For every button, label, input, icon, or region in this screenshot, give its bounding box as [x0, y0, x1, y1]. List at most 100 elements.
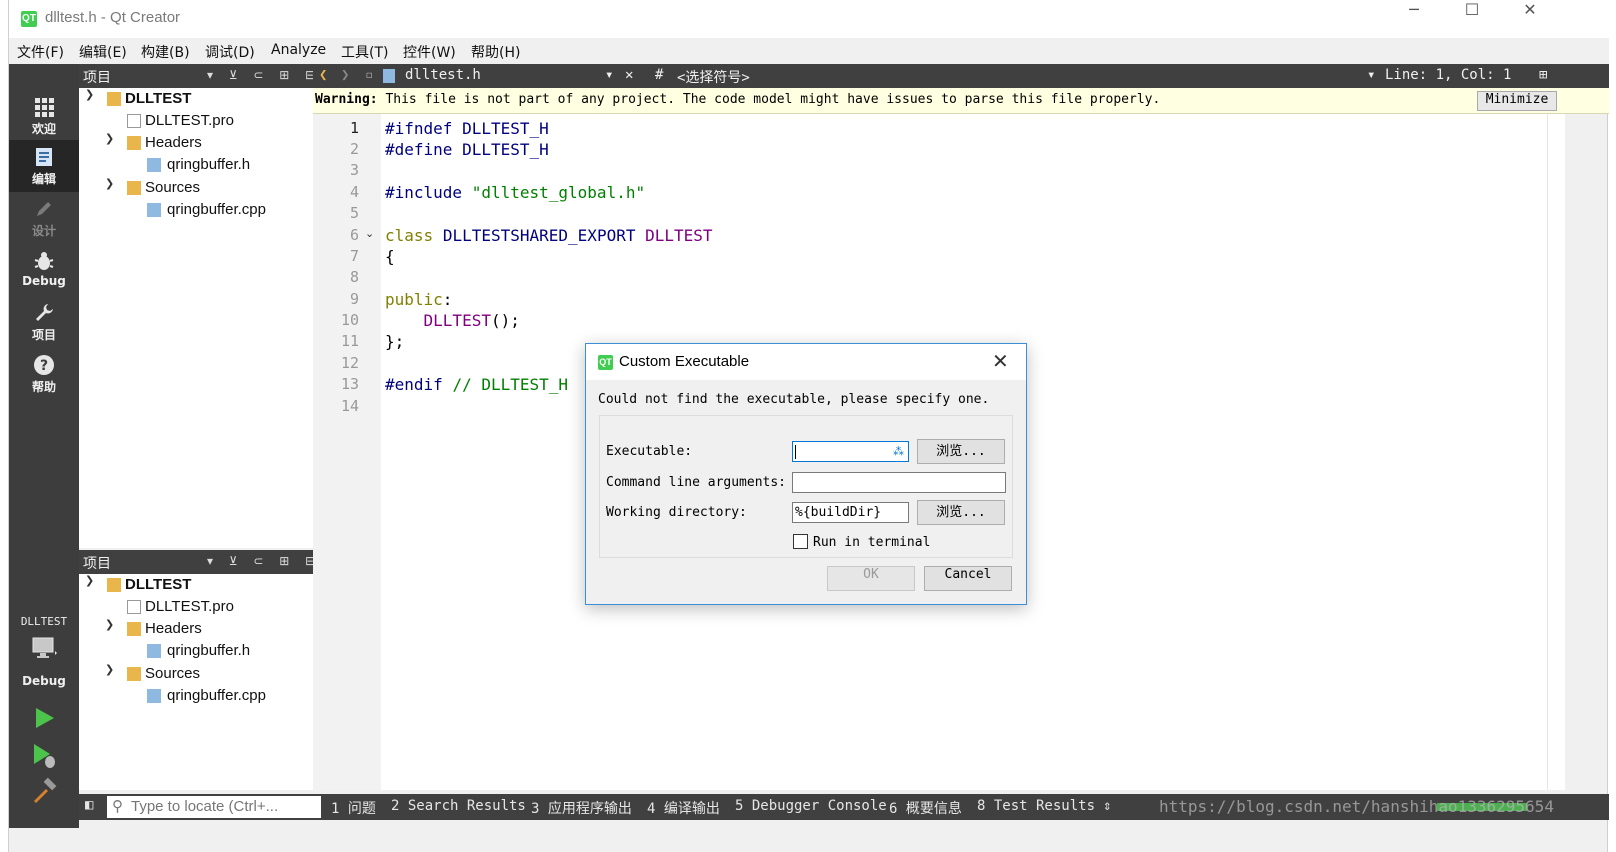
browse-directory-button[interactable]: 浏览...: [917, 500, 1005, 525]
mode-label: 帮助: [31, 380, 56, 394]
menu-edit[interactable]: 编辑(E): [79, 42, 127, 62]
pro-file-icon: [127, 114, 141, 128]
qt-project-icon: [107, 92, 121, 106]
forward-arrow-icon[interactable]: ❯: [341, 67, 349, 83]
run-icon[interactable]: [29, 703, 59, 733]
minimize-warning-button[interactable]: Minimize: [1477, 91, 1557, 111]
tree-item-headers[interactable]: Headers: [145, 132, 202, 154]
monitor-icon[interactable]: [31, 636, 57, 660]
browse-executable-button[interactable]: 浏览...: [917, 439, 1005, 464]
tree-item-header-file[interactable]: qringbuffer.h: [167, 640, 250, 662]
code-line: };: [385, 332, 405, 351]
tree-item-project[interactable]: DLLTEST: [125, 574, 191, 596]
build-hammer-icon[interactable]: [29, 776, 59, 806]
mode-selector-bar: 欢迎 编辑 设计 Debug 项目 ? 帮助 DLLTEST Debug: [9, 64, 79, 828]
kit-build-mode[interactable]: Debug: [9, 674, 79, 688]
close-window-button[interactable]: ✕: [1501, 0, 1559, 38]
tree-item-source-file[interactable]: qringbuffer.cpp: [167, 685, 266, 707]
tree-item-sources[interactable]: Sources: [145, 663, 200, 685]
chevron-down-icon[interactable]: ❯: [85, 88, 97, 110]
symbol-selector[interactable]: <选择符号>: [677, 67, 750, 87]
mode-edit[interactable]: 编辑: [9, 140, 79, 192]
locator-input[interactable]: ⚲ Type to locate (Ctrl+...: [107, 796, 321, 818]
help-icon: ?: [34, 355, 54, 375]
mode-design[interactable]: 设计: [9, 192, 79, 244]
comment-token: // DLLTEST_H: [452, 375, 569, 394]
punct-token: ();: [490, 311, 520, 330]
output-tab-general-messages[interactable]: 6 概要信息: [889, 798, 962, 818]
code-line: DLLTEST();: [385, 310, 520, 331]
symbol-dropdown-icon[interactable]: ▾: [1367, 67, 1375, 83]
project-tree: ❯ DLLTEST DLLTEST.pro ❯ Headers qringbuf…: [79, 574, 313, 790]
chevron-down-icon[interactable]: ❯: [105, 663, 117, 685]
chevron-down-icon[interactable]: ❯: [105, 177, 117, 199]
mode-help[interactable]: ? 帮助: [9, 348, 79, 400]
menu-debug[interactable]: 调试(D): [205, 42, 255, 62]
tree-item-source-file[interactable]: qringbuffer.cpp: [167, 199, 266, 221]
tree-item-headers[interactable]: Headers: [145, 618, 202, 640]
menu-controls[interactable]: 控件(W): [403, 42, 456, 62]
menu-help[interactable]: 帮助(H): [471, 42, 520, 62]
minimize-window-button[interactable]: ─: [1385, 0, 1443, 38]
menu-analyze[interactable]: Analyze: [271, 42, 326, 58]
menu-file[interactable]: 文件(F): [17, 42, 64, 62]
ok-button[interactable]: OK: [827, 566, 915, 591]
mode-debug[interactable]: Debug: [9, 244, 79, 296]
source-file-icon: [147, 203, 161, 217]
output-tab-compile[interactable]: 4 编译输出: [647, 798, 720, 818]
mode-label: 欢迎: [31, 122, 56, 136]
output-tab-issues[interactable]: 1 问题: [331, 798, 376, 818]
close-file-icon[interactable]: ✕: [625, 67, 633, 83]
more-tabs-icon[interactable]: ⇕: [1103, 798, 1111, 814]
warning-bar: Warning: This file is not part of any pr…: [313, 88, 1609, 114]
debug-run-icon[interactable]: [29, 740, 59, 770]
dialog-form-group: Executable: ⁂ 浏览... Command line argumen…: [599, 415, 1013, 558]
working-directory-input[interactable]: %{buildDir}: [792, 502, 909, 523]
back-arrow-icon[interactable]: ❮: [319, 67, 327, 83]
menu-build[interactable]: 构建(B): [141, 42, 190, 62]
tree-item-pro-file[interactable]: DLLTEST.pro: [145, 596, 234, 618]
tree-item-project[interactable]: DLLTEST: [125, 88, 191, 110]
menu-tools[interactable]: 工具(T): [341, 42, 388, 62]
project-pane-title[interactable]: 项目: [83, 553, 111, 573]
pane-tools-icon[interactable]: ▾ ⊻ ⊂ ⊞ ⊟: [207, 68, 321, 82]
chevron-down-icon[interactable]: ❯: [105, 132, 117, 154]
project-pane-title[interactable]: 项目: [83, 67, 111, 87]
working-directory-label: Working directory:: [606, 505, 747, 520]
line-number: 4: [349, 183, 359, 201]
maximize-window-button[interactable]: ☐: [1443, 0, 1501, 38]
fold-chevron-icon[interactable]: ⌄: [365, 227, 374, 240]
file-dropdown-icon[interactable]: ▾: [605, 67, 613, 83]
current-file-name[interactable]: dlltest.h: [405, 67, 481, 83]
dialog-title: Custom Executable: [619, 353, 750, 370]
output-tab-test-results[interactable]: 8 Test Results: [977, 798, 1095, 814]
toggle-sidebar-icon[interactable]: ◧: [85, 797, 93, 813]
output-tab-search[interactable]: 2 Search Results: [391, 798, 526, 814]
header-file-icon: [147, 158, 161, 172]
output-tab-debugger-console[interactable]: 5 Debugger Console: [735, 798, 887, 814]
split-icon[interactable]: ⊞: [1539, 67, 1547, 83]
run-in-terminal-checkbox[interactable]: [793, 534, 808, 549]
pane-tools-icon[interactable]: ▾ ⊻ ⊂ ⊞ ⊟: [207, 554, 321, 568]
variable-chooser-icon[interactable]: ⁂: [893, 442, 904, 461]
close-icon[interactable]: ✕: [992, 349, 1009, 373]
cancel-button[interactable]: Cancel: [924, 566, 1012, 591]
mode-projects[interactable]: 项目: [9, 296, 79, 348]
mode-welcome[interactable]: 欢迎: [9, 90, 79, 142]
qt-app-icon: QT: [21, 11, 37, 27]
tree-item-header-file[interactable]: qringbuffer.h: [167, 154, 250, 176]
executable-input[interactable]: ⁂: [792, 441, 909, 462]
tree-item-sources[interactable]: Sources: [145, 177, 200, 199]
lock-icon[interactable]: ▫: [365, 67, 373, 83]
arguments-input[interactable]: [792, 472, 1006, 493]
cursor-position[interactable]: Line: 1, Col: 1: [1385, 67, 1511, 83]
chevron-down-icon[interactable]: ❯: [85, 574, 97, 596]
source-file-icon: [147, 689, 161, 703]
output-tab-app-output[interactable]: 3 应用程序输出: [531, 798, 632, 818]
punct-token: :: [442, 290, 453, 309]
chevron-down-icon[interactable]: ❯: [105, 618, 117, 640]
locator-placeholder: Type to locate (Ctrl+...: [131, 798, 279, 815]
vertical-scrollbar[interactable]: [1547, 114, 1565, 790]
tree-item-pro-file[interactable]: DLLTEST.pro: [145, 110, 234, 132]
run-in-terminal-label[interactable]: Run in terminal: [813, 535, 930, 550]
